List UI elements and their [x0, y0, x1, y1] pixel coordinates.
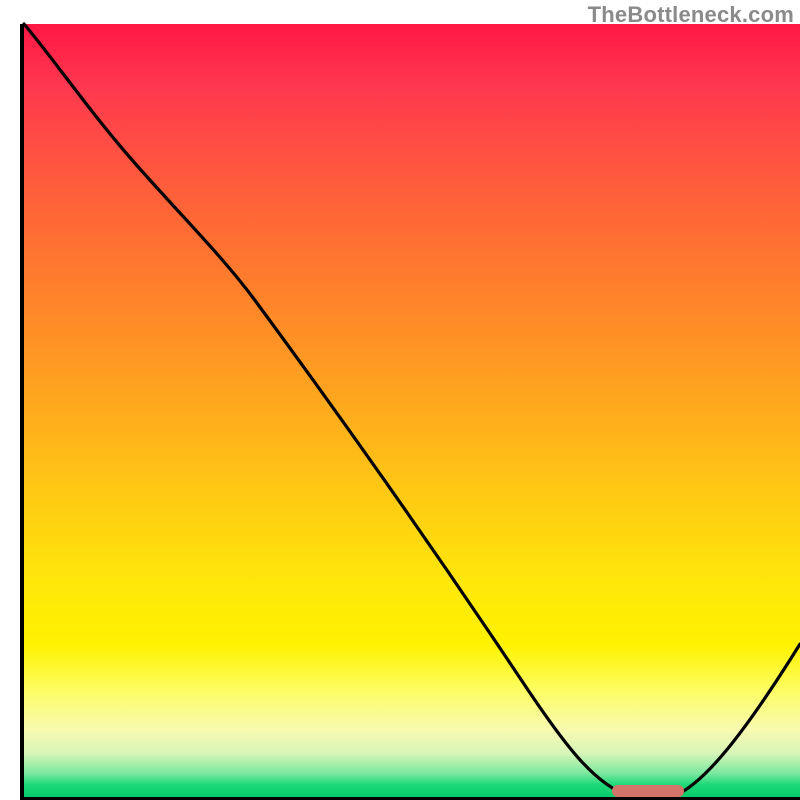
bottleneck-curve: [24, 24, 800, 800]
watermark-text: TheBottleneck.com: [588, 2, 794, 28]
y-axis: [20, 24, 24, 800]
optimal-range-marker: [612, 785, 684, 797]
chart-container: TheBottleneck.com: [0, 0, 800, 800]
curve-path: [24, 24, 800, 796]
